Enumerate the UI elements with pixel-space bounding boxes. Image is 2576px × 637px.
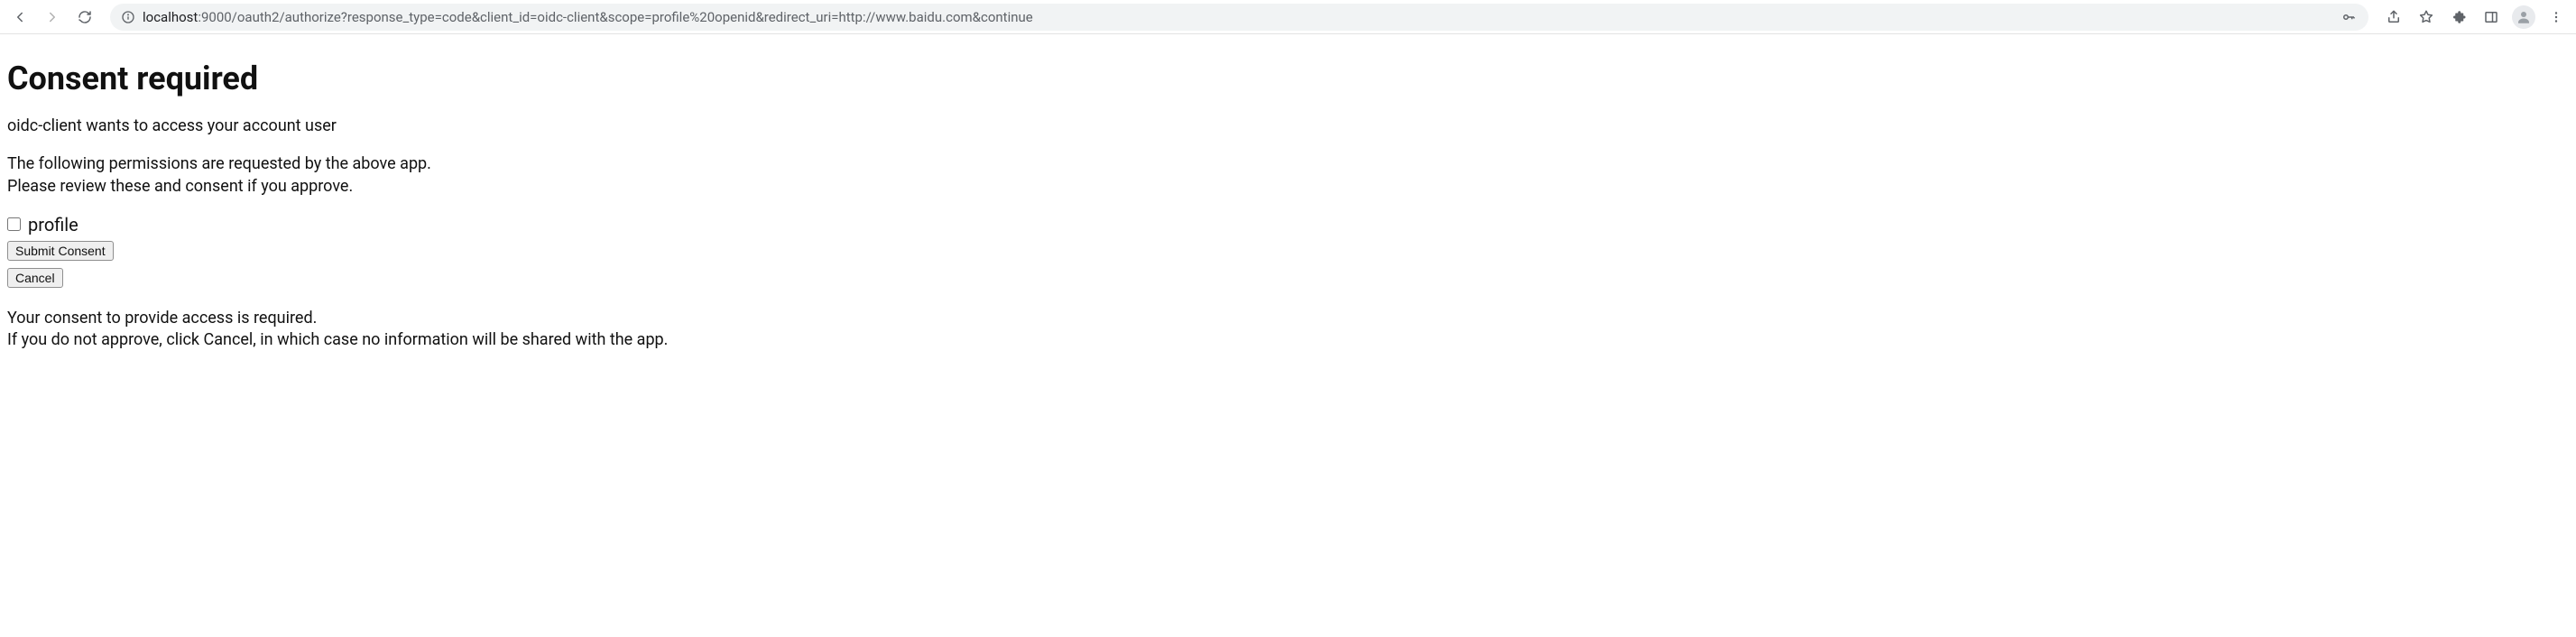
sidepanel-button[interactable] <box>2479 5 2504 30</box>
permissions-intro-line1: The following permissions are requested … <box>7 154 431 173</box>
footer-line1: Your consent to provide access is requir… <box>7 309 317 328</box>
reload-icon <box>77 9 93 25</box>
scope-row-profile: profile <box>7 214 2569 235</box>
page-title: Consent required <box>7 60 2569 97</box>
dots-vertical-icon <box>2548 9 2564 25</box>
submit-consent-button[interactable]: Submit Consent <box>7 241 114 261</box>
forward-button[interactable] <box>40 5 65 30</box>
avatar <box>2512 5 2535 29</box>
toolbar-right <box>2376 5 2569 30</box>
address-bar[interactable]: localhost:9000/oauth2/authorize?response… <box>110 4 2368 31</box>
share-icon <box>2386 9 2402 25</box>
request-line: oidc-client wants to access your account… <box>7 115 2569 137</box>
puzzle-icon <box>2451 9 2467 25</box>
footer-text: Your consent to provide access is requir… <box>7 308 2569 352</box>
panel-icon <box>2483 9 2499 25</box>
url-host: localhost <box>143 9 198 25</box>
scope-label-profile: profile <box>28 214 78 235</box>
site-info-icon[interactable] <box>121 10 135 24</box>
button-row: Submit Consent <box>7 239 2569 264</box>
browser-toolbar: localhost:9000/oauth2/authorize?response… <box>0 0 2576 34</box>
menu-button[interactable] <box>2544 5 2569 30</box>
share-button[interactable] <box>2381 5 2406 30</box>
back-button[interactable] <box>7 5 32 30</box>
star-icon <box>2418 9 2434 25</box>
permissions-intro: The following permissions are requested … <box>7 153 2569 198</box>
reload-button[interactable] <box>72 5 97 30</box>
password-key-icon[interactable] <box>2340 5 2358 30</box>
bookmark-button[interactable] <box>2414 5 2439 30</box>
footer-line2: If you do not approve, click Cancel, in … <box>7 330 668 349</box>
url-path: :9000/oauth2/authorize?response_type=cod… <box>198 9 1032 25</box>
person-icon <box>2516 9 2532 25</box>
url-text: localhost:9000/oauth2/authorize?response… <box>143 9 2332 25</box>
cancel-button[interactable]: Cancel <box>7 268 63 288</box>
button-row-cancel: Cancel <box>7 266 2569 291</box>
extensions-button[interactable] <box>2446 5 2471 30</box>
arrow-left-icon <box>12 9 28 25</box>
permissions-intro-line2: Please review these and consent if you a… <box>7 177 353 196</box>
scope-checkbox-profile[interactable] <box>7 217 21 231</box>
page-content: Consent required oidc-client wants to ac… <box>0 34 2576 374</box>
profile-button[interactable] <box>2511 5 2536 30</box>
arrow-right-icon <box>44 9 60 25</box>
nav-buttons <box>7 5 103 30</box>
